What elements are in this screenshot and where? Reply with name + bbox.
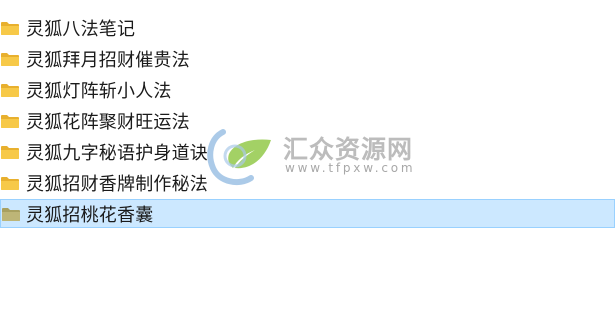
folder-name: 灵狐花阵聚财旺运法 [26,111,190,133]
folder-name: 灵狐拜月招财催贵法 [26,49,190,71]
folder-list: 灵狐八法笔记 灵狐拜月招财催贵法 灵狐灯阵斩小人法 灵狐花阵聚财旺运法 灵狐九字… [0,12,615,228]
clipped-top-content [14,0,254,2]
folder-icon [1,176,19,190]
folder-item[interactable]: 灵狐灯阵斩小人法 [0,74,615,105]
folder-name: 灵狐八法笔记 [26,18,136,40]
folder-icon [1,21,19,35]
folder-item[interactable]: 灵狐招财香牌制作秘法 [0,167,615,198]
folder-item[interactable]: 灵狐九字秘语护身道诀 [0,136,615,167]
folder-name: 灵狐招桃花香囊 [26,204,154,226]
folder-icon [1,114,19,128]
folder-item[interactable]: 灵狐花阵聚财旺运法 [0,105,615,136]
folder-icon [1,52,19,66]
folder-name: 灵狐招财香牌制作秘法 [26,173,208,195]
folder-name: 灵狐九字秘语护身道诀 [26,142,208,164]
folder-item[interactable]: 灵狐八法笔记 [0,12,615,43]
folder-icon [1,83,19,97]
file-explorer-view: 灵狐八法笔记 灵狐拜月招财催贵法 灵狐灯阵斩小人法 灵狐花阵聚财旺运法 灵狐九字… [0,0,615,312]
folder-icon [1,145,19,159]
folder-icon [2,207,20,221]
folder-name: 灵狐灯阵斩小人法 [26,80,172,102]
folder-item-selected[interactable]: 灵狐招桃花香囊 [0,199,615,228]
folder-item[interactable]: 灵狐拜月招财催贵法 [0,43,615,74]
